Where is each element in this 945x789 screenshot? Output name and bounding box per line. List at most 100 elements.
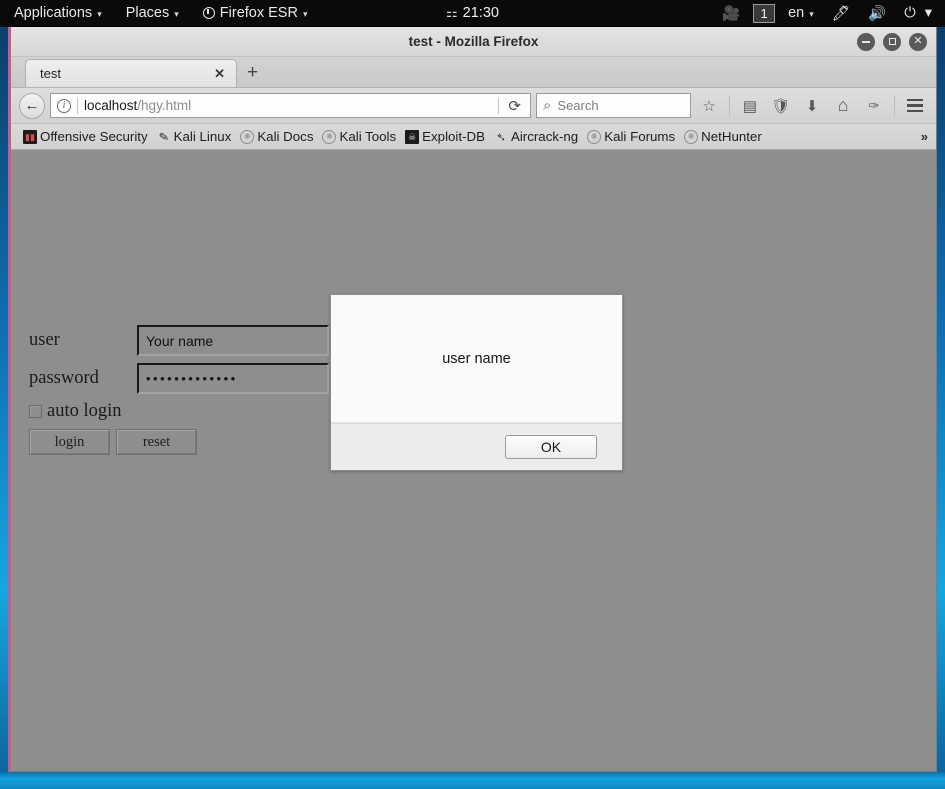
reset-button[interactable]: reset [116,429,197,455]
maximize-button[interactable] [883,32,901,51]
home-icon[interactable]: ⌂ [830,93,856,119]
login-button[interactable]: login [29,429,110,455]
ok-button[interactable]: OK [505,435,597,459]
window-titlebar: test - Mozilla Firefox ✕ [11,27,936,57]
window-controls: ✕ [857,27,927,56]
language-indicator[interactable]: en ▾ [779,0,823,26]
url-text: localhost/hgy.html [84,98,492,113]
bookmark-label: Kali Linux [173,129,232,144]
chevron-down-icon: ▾ [97,8,102,19]
bookmark-label: Offensive Security [40,129,148,144]
minimize-button[interactable] [857,32,875,51]
maximize-icon [888,38,896,45]
tab-label: test [40,66,61,81]
divider [498,97,500,114]
bookmark-kali-forums[interactable]: ❋ Kali Forums [583,128,679,145]
close-icon[interactable]: ✕ [211,66,228,82]
chevron-down-icon[interactable]: ▾ [925,0,941,26]
volume-icon[interactable]: 🔊 [859,0,895,26]
firefox-icon [202,7,215,19]
password-label: password [29,368,99,388]
applications-menu[interactable]: Applications ▾ [0,0,114,26]
workspace-indicator[interactable]: 1 [753,3,776,23]
bookmark-exploit-db[interactable]: ☠ Exploit-DB [401,128,489,145]
bookmark-label: NetHunter [701,129,762,144]
globe-icon: ❋ [240,129,255,144]
bookmark-nethunter[interactable]: ❋ NetHunter [680,128,766,145]
bookmark-offensive-security[interactable]: ▮▮ Offensive Security [19,128,152,145]
divider [77,97,78,114]
bookmark-kali-linux[interactable]: ✎ Kali Linux [153,128,236,145]
bookmark-label: Kali Forums [604,129,676,144]
user-label: user [29,330,60,350]
tab-test[interactable]: test ✕ [25,59,237,87]
bookmarks-bar: ▮▮ Offensive Security ✎ Kali Linux ❋ Kal… [11,124,936,150]
desktop-background [0,772,945,789]
hamburger-icon [907,98,923,113]
globe-icon: ❋ [684,129,699,144]
chevron-down-icon: ▾ [809,8,814,19]
exploit-db-icon: ☠ [405,129,420,144]
minimize-icon [862,40,870,43]
downloads-icon[interactable]: ⬇ [799,93,825,119]
chevron-down-icon: ▾ [302,8,308,19]
wrench-icon: ✎ [157,128,170,145]
system-tray: 🎥 1 en ▾ 🖊 🔊 ⏻ ▾ [713,0,945,26]
autologin-label: auto login [47,401,122,421]
url-bar[interactable]: i localhost/hgy.html ⟳ [50,93,531,118]
bookmark-kali-docs[interactable]: ❋ Kali Docs [236,128,317,145]
bookmark-label: Exploit-DB [422,129,485,144]
divider [729,95,730,116]
pocket-icon[interactable]: 🛡 [768,93,794,119]
autologin-checkbox[interactable] [29,404,42,418]
close-icon: ✕ [913,35,923,47]
reload-icon[interactable]: ⟳ [505,97,524,115]
divider [894,95,895,116]
places-menu-label: Places [125,5,170,21]
screencast-icon[interactable]: 🎥 [713,0,749,26]
search-input[interactable]: ⌕ Search [536,93,691,118]
bookmark-label: Kali Tools [339,129,397,144]
dragon-icon: ▮▮ [23,129,37,144]
panel-menus: Applications ▾ Places ▾ Firefox ESR ▾ [0,0,319,26]
dialog-message: user name [331,295,622,423]
password-input[interactable]: ••••••••••••• [137,363,329,394]
menu-button[interactable] [902,93,928,119]
feather-icon: ➴ [495,129,506,144]
url-path: /hgy.html [137,98,192,113]
places-menu[interactable]: Places ▾ [114,0,191,26]
bookmarks-overflow-button[interactable]: » [921,129,928,144]
window-title: test - Mozilla Firefox [408,34,539,49]
search-placeholder: Search [557,98,599,113]
extension-icon[interactable]: ✑ [861,93,887,119]
user-input-value: Your name [146,332,214,349]
bookmark-kali-tools[interactable]: ❋ Kali Tools [318,128,400,145]
user-input[interactable]: Your name [137,325,329,356]
new-tab-button[interactable]: + [237,63,268,84]
chevron-down-icon: ▾ [174,8,179,19]
bookmark-label: Aircrack-ng [510,129,579,144]
bookmark-star-icon[interactable]: ☆ [696,93,722,119]
globe-icon: ❋ [322,129,337,144]
autologin-row[interactable]: auto login [29,402,122,421]
firefox-menu[interactable]: Firefox ESR ▾ [191,0,320,26]
bookmark-aircrack-ng[interactable]: ➴ Aircrack-ng [490,128,582,145]
clock-time: 21:30 [462,5,499,21]
system-panel: Applications ▾ Places ▾ Firefox ESR ▾ ⚏ … [0,0,945,27]
firefox-window: test - Mozilla Firefox ✕ test ✕ + ← i lo… [8,27,937,772]
firefox-menu-label: Firefox ESR [219,5,298,21]
back-button[interactable]: ← [19,92,45,119]
bookmark-label: Kali Docs [257,129,314,144]
language-label: en [788,5,805,21]
close-button[interactable]: ✕ [909,32,927,51]
alert-dialog: user name OK [330,294,623,471]
calendar-icon: ⚏ [446,5,458,20]
network-icon[interactable]: 🖊 [823,0,859,26]
search-icon: ⌕ [543,97,552,114]
power-icon[interactable]: ⏻ [895,0,924,26]
navigation-toolbar: ← i localhost/hgy.html ⟳ ⌕ Search ☆ ▤ 🛡 … [11,88,936,124]
globe-icon: ❋ [587,129,602,144]
library-icon[interactable]: ▤ [737,93,763,119]
info-icon[interactable]: i [57,98,71,113]
page-content: user Your name password ••••••••••••• au… [11,150,936,771]
